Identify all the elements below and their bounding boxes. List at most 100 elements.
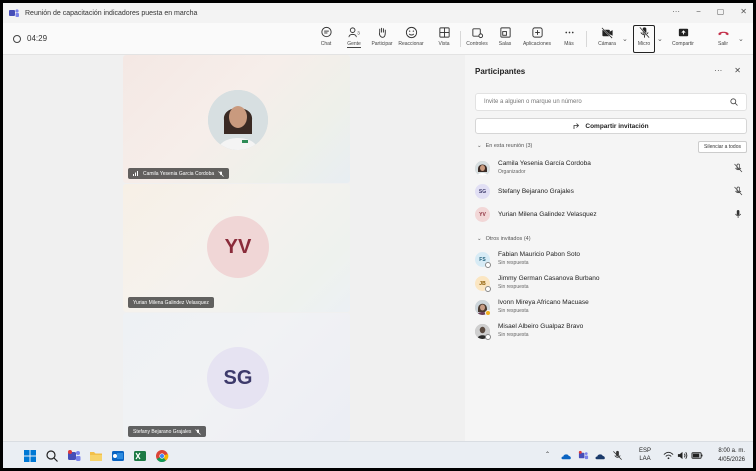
participant-initials-avatar: SG	[207, 347, 269, 409]
search-icon	[730, 98, 738, 106]
apps-icon	[531, 27, 543, 38]
maximize-button[interactable]: ▢	[717, 7, 725, 16]
excel-icon[interactable]	[133, 449, 147, 463]
participant-row[interactable]: Misael Albeiro Gualpaz Bravo Sin respues…	[475, 322, 747, 342]
video-tile[interactable]: Camila Yesenia Garcia Cordoba	[123, 55, 350, 183]
mic-off-icon	[638, 26, 650, 39]
participant-photo-avatar	[475, 161, 490, 176]
teams-logo-icon	[9, 8, 19, 18]
participant-row[interactable]: JB Jimmy German Casanova Burbano Sin res…	[475, 274, 747, 294]
taskbar-clock[interactable]: 8:00 a. m. 4/05/2026	[718, 447, 745, 465]
video-tile[interactable]: YV Yurian Milena Galindez Velasquez	[123, 184, 350, 312]
participant-name-tag: Stefany Bejarano Grajales	[128, 426, 207, 437]
controls-button[interactable]: Controles	[463, 26, 491, 53]
video-tile[interactable]: SG Stefany Bejarano Grajales	[123, 313, 350, 441]
chat-button[interactable]: Chat	[312, 26, 340, 53]
mic-off-icon	[195, 428, 202, 435]
participant-row[interactable]: SG Stefany Bejarano Grajales	[475, 182, 747, 202]
panel-close-icon[interactable]: ✕	[734, 66, 741, 75]
grid-view-icon	[438, 27, 450, 38]
invited-section-toggle[interactable]: ⌄ Otros invitados (4)	[477, 236, 531, 242]
status-unknown-icon	[485, 286, 491, 292]
more-button[interactable]: Más	[555, 26, 583, 53]
mute-all-button[interactable]: Silenciar a todos	[698, 141, 747, 153]
teams-app-icon[interactable]	[67, 449, 81, 463]
mic-off-icon	[734, 163, 743, 173]
cloud-sync-icon[interactable]	[595, 451, 606, 462]
view-button[interactable]: Vista	[430, 26, 458, 53]
mic-off-icon	[734, 186, 743, 196]
title-bar: Reunión de capacitación indicadores pues…	[3, 3, 753, 23]
chevron-down-icon: ⌄	[477, 143, 482, 149]
apps-button[interactable]: Aplicaciones	[523, 26, 551, 53]
search-icon[interactable]	[45, 449, 59, 463]
windows-taskbar: ⌃ ESP LAA 8:00 a. m. 4/05/2026	[3, 441, 753, 468]
wifi-icon[interactable]	[663, 450, 674, 461]
raise-hand-button[interactable]: Participar	[368, 26, 396, 53]
outlook-icon[interactable]	[111, 449, 125, 463]
signal-icon	[133, 171, 138, 176]
battery-icon[interactable]	[691, 450, 703, 461]
camera-off-icon	[600, 27, 613, 39]
meeting-timer: 04:29	[13, 34, 47, 43]
share-button[interactable]: Compartir	[669, 26, 697, 53]
emoji-icon	[405, 26, 417, 39]
tray-chevron-up-icon[interactable]: ⌃	[545, 451, 550, 458]
chevron-down-icon: ⌄	[477, 236, 482, 242]
minimize-button[interactable]: −	[696, 7, 701, 16]
meeting-toolbar: 04:29 Chat 3 Gente Participar Reaccionar…	[3, 23, 753, 55]
leave-options-chevron-icon[interactable]: ⌄	[738, 35, 744, 43]
participants-panel: Participantes ··· ✕ Invite a alguien o m…	[465, 55, 753, 441]
status-unknown-icon	[485, 262, 491, 268]
timer-text: 04:29	[27, 34, 48, 43]
chat-icon	[320, 26, 332, 38]
rooms-icon	[499, 27, 511, 38]
more-icon	[564, 31, 574, 34]
participant-row[interactable]: YV Yurian Milena Galindez Velasquez	[475, 205, 747, 225]
participant-row[interactable]: FS Fabian Mauricio Pabon Soto Sin respue…	[475, 250, 747, 270]
in-meeting-section-toggle[interactable]: ⌄ En esta reunión (3)	[477, 143, 532, 149]
mic-button[interactable]: Micro	[630, 26, 658, 53]
participant-row[interactable]: Camila Yesenia García Cordoba Organizado…	[475, 159, 747, 179]
invite-search-input[interactable]: Invite a alguien o marque un número	[475, 93, 747, 111]
svg-text:3: 3	[357, 30, 360, 35]
status-away-icon	[485, 310, 491, 316]
windows-start-icon[interactable]	[23, 449, 37, 463]
mic-muted-tray-icon[interactable]	[612, 450, 623, 461]
share-arrow-icon	[573, 123, 580, 129]
mic-on-icon	[735, 210, 741, 218]
onedrive-icon[interactable]	[561, 451, 572, 462]
people-button[interactable]: 3 Gente	[340, 26, 368, 53]
share-invite-button[interactable]: Compartir invitación	[475, 118, 747, 134]
mic-options-chevron-icon[interactable]: ⌄	[657, 35, 663, 43]
participant-initials-avatar: YV	[207, 216, 269, 278]
mic-off-icon	[218, 170, 224, 177]
leave-button[interactable]: Salir	[709, 26, 737, 53]
controls-icon	[471, 28, 483, 39]
panel-title: Participantes	[475, 67, 526, 76]
participant-initials-avatar: YV	[475, 207, 490, 222]
react-button[interactable]: Reaccionar	[397, 26, 425, 53]
participant-photo-avatar	[208, 90, 268, 150]
timer-icon	[13, 34, 21, 43]
input-language-indicator[interactable]: ESP LAA	[639, 447, 651, 463]
participant-name-tag: Yurian Milena Galindez Velasquez	[128, 297, 214, 308]
camera-options-chevron-icon[interactable]: ⌄	[622, 35, 628, 43]
participant-initials-avatar: SG	[475, 184, 490, 199]
chrome-icon[interactable]	[155, 449, 169, 463]
teams-window: Reunión de capacitación indicadores pues…	[3, 3, 753, 468]
people-icon: 3	[347, 27, 360, 38]
teams-tray-icon[interactable]	[578, 450, 589, 461]
share-icon	[678, 28, 688, 37]
file-explorer-icon[interactable]	[89, 449, 103, 463]
panel-more-icon[interactable]: ···	[714, 66, 722, 75]
close-window-button[interactable]: ✕	[740, 7, 747, 16]
status-unknown-icon	[485, 334, 491, 340]
volume-icon[interactable]	[677, 450, 688, 461]
camera-button[interactable]: Cámara	[593, 26, 621, 53]
participant-name-tag: Camila Yesenia Garcia Cordoba	[128, 168, 230, 179]
rooms-button[interactable]: Salas	[491, 26, 519, 53]
more-window-button[interactable]: ···	[672, 7, 680, 16]
participant-row[interactable]: Ivonn Mireya Africano Macuase Sin respue…	[475, 298, 747, 318]
raise-hand-icon	[378, 27, 386, 38]
